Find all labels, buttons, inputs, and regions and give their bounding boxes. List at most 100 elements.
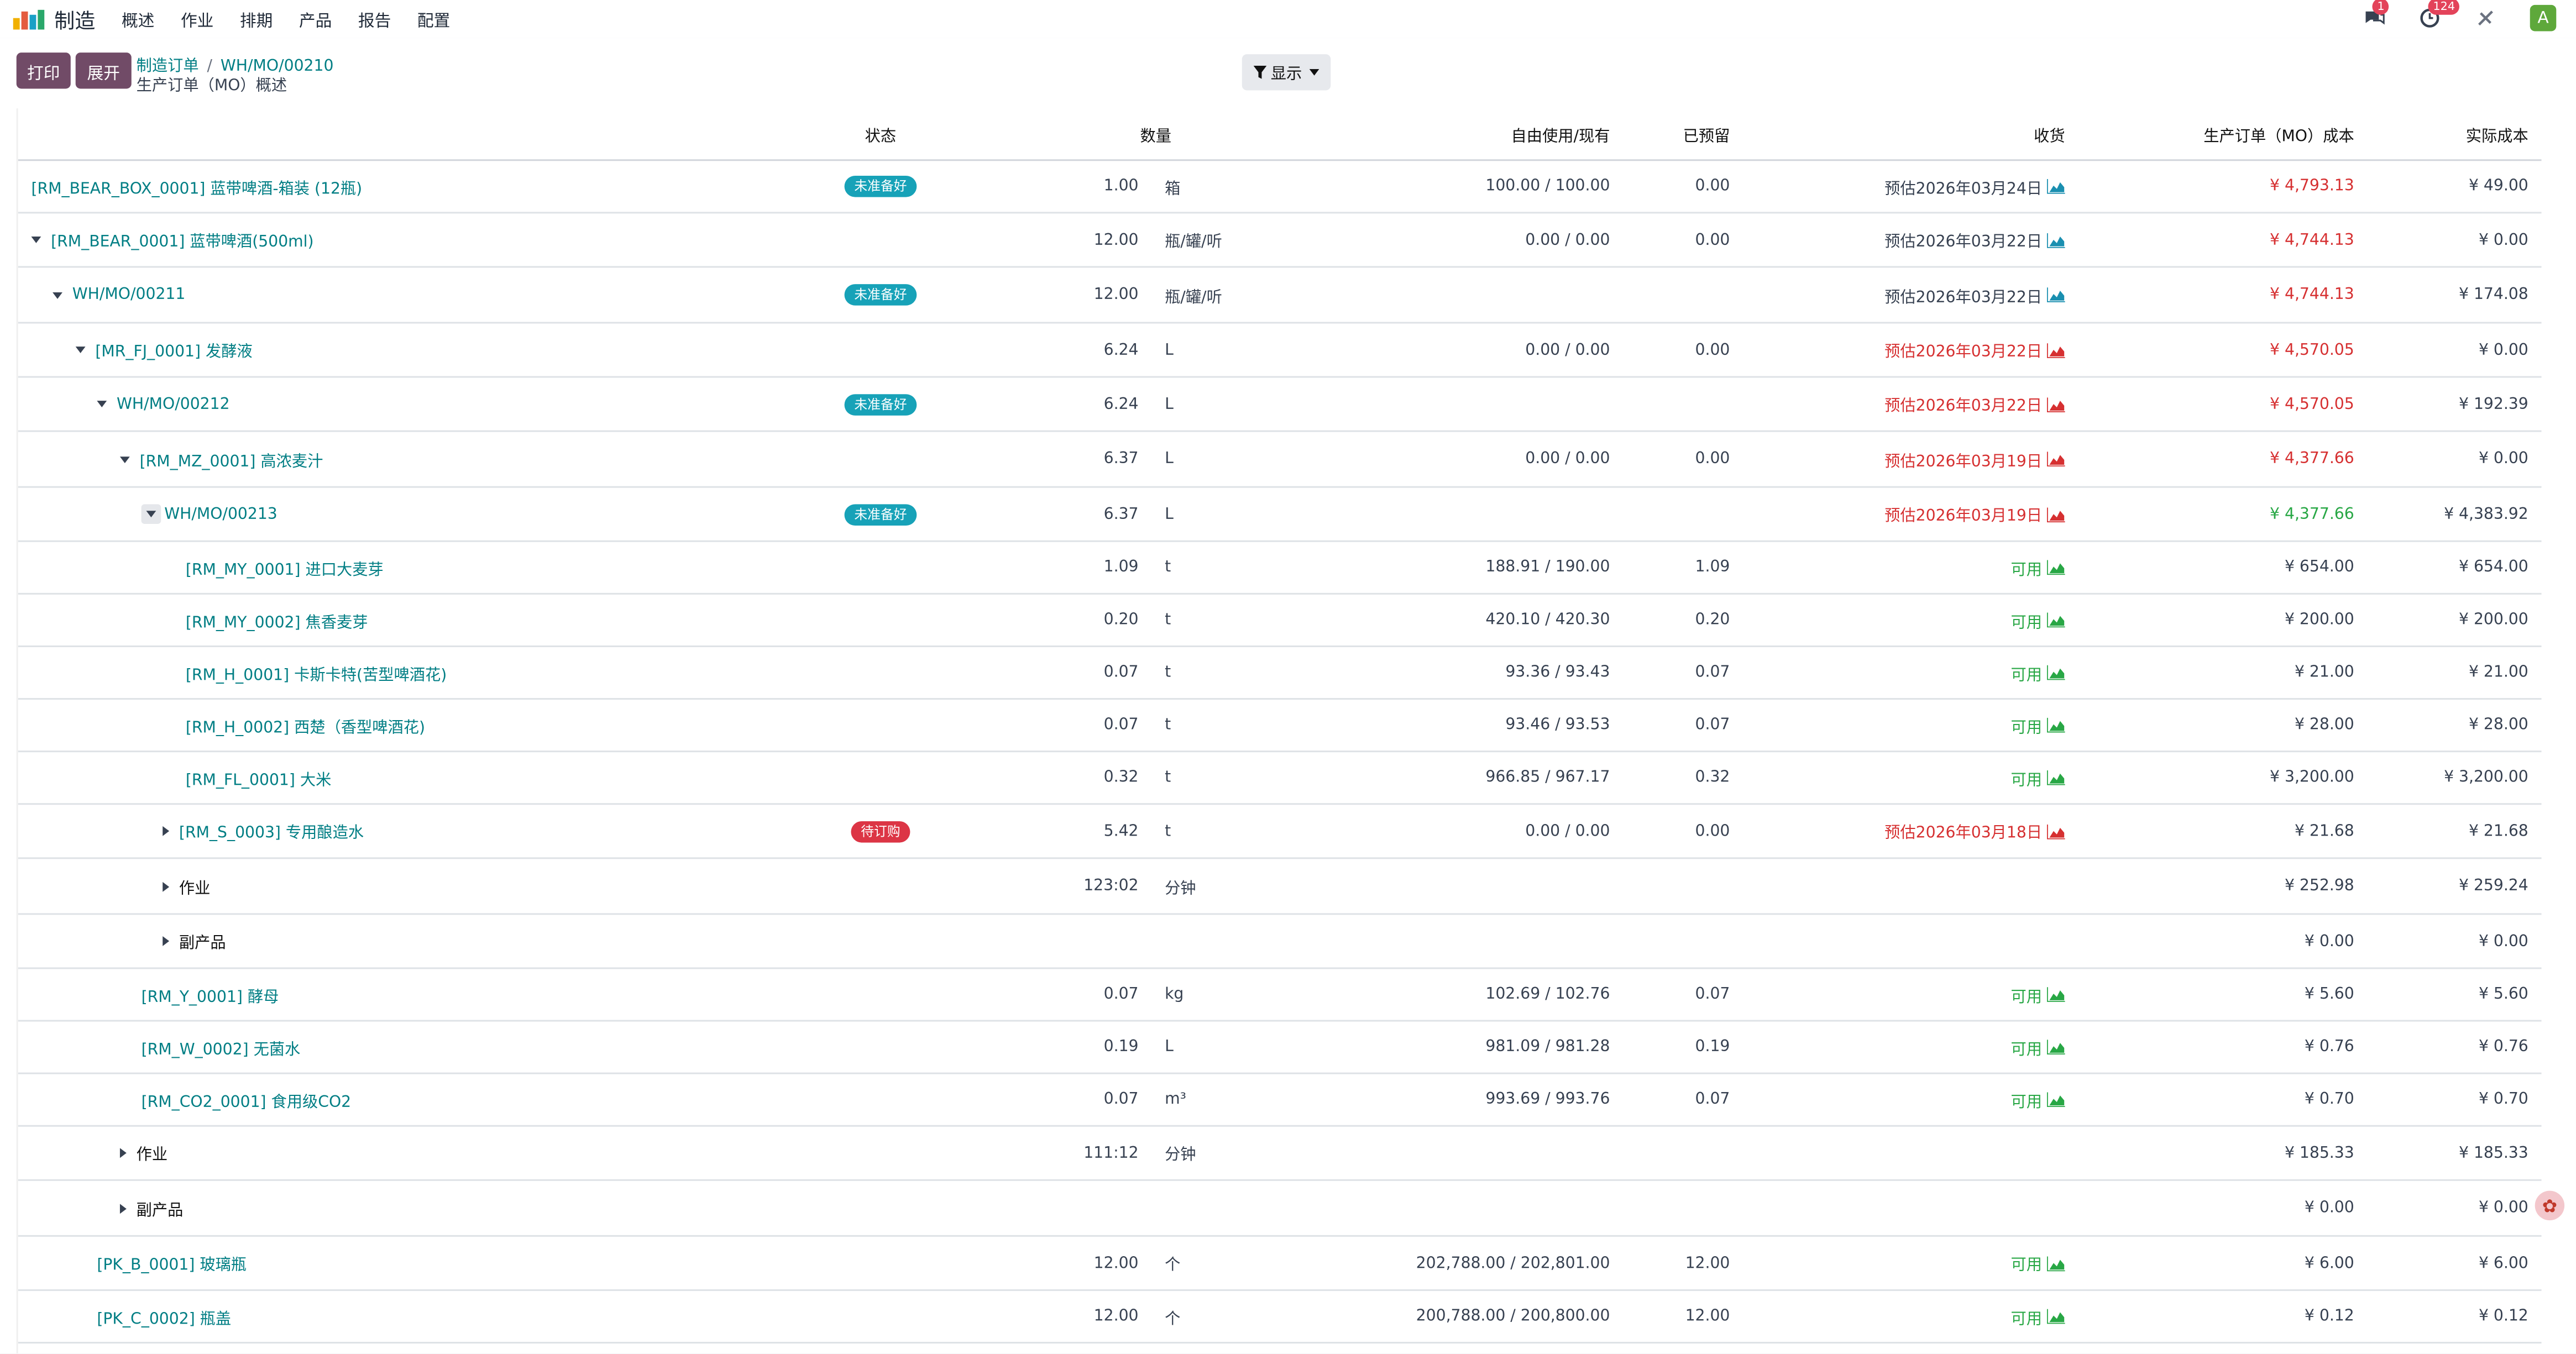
table-row: 作业 123:02 分钟 ¥ 252.98 ¥ 259.24 bbox=[18, 859, 2542, 915]
caret-down-icon[interactable] bbox=[97, 401, 107, 408]
app-name[interactable]: 制造 bbox=[54, 3, 95, 34]
receipt-cell: 可用 bbox=[1743, 647, 2065, 698]
forecast-area-chart-icon[interactable] bbox=[2046, 452, 2065, 467]
row-name-cell: [RM_Y_0001] 酵母 bbox=[142, 969, 279, 1020]
caret-down-icon[interactable] bbox=[53, 291, 62, 298]
forecast-area-chart-icon[interactable] bbox=[2046, 506, 2065, 522]
record-link[interactable]: [RM_BEAR_0001] 蓝带啤酒(500ml) bbox=[51, 228, 313, 251]
reserved-cell: 0.07 bbox=[1695, 1090, 1730, 1109]
forecast-area-chart-icon[interactable] bbox=[2046, 396, 2065, 412]
record-link[interactable]: [RM_MZ_0001] 高浓麦汁 bbox=[140, 448, 323, 471]
forecast-area-chart-icon[interactable] bbox=[2046, 823, 2065, 839]
receipt-text: 可用 bbox=[2010, 771, 2043, 789]
table-row: [RM_BEAR_0001] 蓝带啤酒(500ml) 12.00 瓶/罐/听 0.00… bbox=[18, 213, 2542, 268]
menu-configuration[interactable]: 配置 bbox=[417, 7, 450, 32]
receipt-text: 可用 bbox=[2010, 1040, 2043, 1059]
caret-right-icon[interactable] bbox=[163, 936, 170, 946]
reserved-cell: 12.00 bbox=[1628, 1343, 1730, 1353]
section-label[interactable]: 作业 bbox=[179, 875, 211, 898]
section-label[interactable]: 副产品 bbox=[179, 930, 226, 953]
forecast-area-chart-icon[interactable] bbox=[2046, 560, 2065, 575]
forecast-area-chart-icon[interactable] bbox=[2046, 717, 2065, 733]
free-onhand-cell: 208,788.00 / 208,800.00 bbox=[1365, 1343, 1610, 1353]
forecast-area-chart-icon[interactable] bbox=[2046, 1256, 2065, 1271]
forecast-area-chart-icon[interactable] bbox=[2046, 987, 2065, 1002]
menu-overview[interactable]: 概述 bbox=[122, 7, 154, 32]
record-link[interactable]: [RM_S_0003] 专用酿造水 bbox=[179, 820, 364, 843]
uom-cell bbox=[1165, 915, 1280, 967]
record-link[interactable]: [RM_MY_0001] 进口大麦芽 bbox=[186, 556, 384, 579]
table-row: [PK_C_0002] 瓶盖 12.00 个 200,788.00 / 200,800… bbox=[18, 1291, 2542, 1344]
record-link[interactable]: WH/MO/00212 bbox=[117, 395, 230, 413]
forecast-area-chart-icon[interactable] bbox=[2046, 179, 2065, 194]
forecast-area-chart-icon[interactable] bbox=[2046, 1040, 2065, 1054]
row-name-cell: 作业 bbox=[163, 859, 210, 913]
menu-operations[interactable]: 作业 bbox=[181, 7, 213, 32]
chat-count-badge: 1 bbox=[2372, 0, 2390, 15]
forecast-area-chart-icon[interactable] bbox=[2046, 1092, 2065, 1108]
record-link[interactable]: [MR_FJ_0001] 发酵液 bbox=[95, 338, 252, 361]
print-button[interactable]: 打印 bbox=[16, 53, 71, 89]
record-link[interactable]: [RM_MY_0002] 焦香麦芽 bbox=[186, 608, 368, 632]
reserved-cell bbox=[1628, 378, 1730, 431]
caret-down-icon[interactable] bbox=[119, 455, 130, 463]
record-link[interactable]: [RM_H_0002] 西楚（香型啤酒花) bbox=[186, 713, 425, 737]
quantity-cell: 1.00 bbox=[1103, 177, 1139, 196]
caret-right-icon[interactable] bbox=[163, 826, 170, 836]
forecast-area-chart-icon[interactable] bbox=[2046, 342, 2065, 358]
menu-reporting[interactable]: 报告 bbox=[358, 7, 391, 32]
receipt-cell: 可用 bbox=[1743, 752, 2065, 803]
mo-cost-cell: ¥ 4,793.13 bbox=[2270, 177, 2354, 196]
user-avatar[interactable]: A bbox=[2530, 4, 2557, 32]
caret-right-icon[interactable] bbox=[119, 1203, 127, 1213]
caret-down-icon[interactable] bbox=[141, 504, 161, 524]
section-label[interactable]: 副产品 bbox=[137, 1196, 184, 1220]
display-dropdown-button[interactable]: 显示 bbox=[1242, 54, 1331, 91]
accessibility-icon[interactable]: ✿ bbox=[2535, 1190, 2565, 1221]
record-link[interactable]: [RM_W_0002] 无菌水 bbox=[142, 1036, 301, 1059]
record-link[interactable]: [RM_CO2_0001] 食用级CO2 bbox=[142, 1088, 352, 1111]
expand-button[interactable]: 展开 bbox=[75, 53, 132, 89]
record-link[interactable]: [PK_C_0002] 瓶盖 bbox=[97, 1305, 231, 1328]
quantity-cell: 123:02 bbox=[1083, 877, 1139, 895]
reserved-cell: 12.00 bbox=[1685, 1254, 1730, 1272]
free-onhand-cell bbox=[1365, 488, 1610, 540]
free-onhand-cell: 966.85 / 967.17 bbox=[1485, 768, 1610, 787]
quantity-cell: 12.00 bbox=[1093, 1307, 1139, 1326]
record-link[interactable]: WH/MO/00211 bbox=[72, 286, 186, 304]
forecast-area-chart-icon[interactable] bbox=[2046, 612, 2065, 628]
caret-down-icon[interactable] bbox=[31, 236, 41, 243]
receipt-text: 预估2026年03月22日 bbox=[1884, 288, 2043, 307]
forecast-area-chart-icon[interactable] bbox=[2046, 770, 2065, 785]
header-real-cost: 实际成本 bbox=[2465, 127, 2528, 146]
forecast-area-chart-icon[interactable] bbox=[2046, 665, 2065, 680]
app-logo[interactable]: 制造 bbox=[13, 3, 122, 34]
row-name-cell: [RM_H_0002] 西楚（香型啤酒花) bbox=[186, 700, 425, 751]
record-link[interactable]: [PK_B_0001] 玻璃瓶 bbox=[97, 1252, 247, 1275]
forecast-area-chart-icon[interactable] bbox=[2046, 1309, 2065, 1324]
caret-right-icon[interactable] bbox=[119, 1148, 127, 1158]
table-row: 作业 111:12 分钟 ¥ 185.33 ¥ 185.33 bbox=[18, 1127, 2542, 1181]
uom-cell bbox=[1165, 1181, 1280, 1235]
record-link[interactable]: [RM_H_0001] 卡斯卡特(苦型啤酒花) bbox=[186, 661, 447, 684]
top-navbar: 制造 概述 作业 排期 产品 报告 配置 1 124 A bbox=[0, 0, 2576, 40]
record-link[interactable]: [RM_FL_0001] 大米 bbox=[186, 766, 332, 789]
forecast-area-chart-icon[interactable] bbox=[2046, 287, 2065, 302]
menu-planning[interactable]: 排期 bbox=[240, 7, 273, 32]
activity-clock-icon[interactable]: 124 bbox=[2418, 0, 2460, 30]
row-name-cell: [MR_FJ_0001] 发酵液 bbox=[75, 323, 253, 376]
section-label[interactable]: 作业 bbox=[137, 1141, 168, 1164]
caret-right-icon[interactable] bbox=[163, 881, 170, 891]
forecast-area-chart-icon[interactable] bbox=[2046, 232, 2065, 248]
record-link[interactable]: [RM_BEAR_BOX_0001] 蓝带啤酒-箱装 (12瓶) bbox=[31, 175, 362, 198]
row-name-cell: [RM_H_0001] 卡斯卡特(苦型啤酒花) bbox=[186, 647, 447, 698]
receipt-text: 预估2026年03月22日 bbox=[1884, 397, 2043, 416]
debug-tools-icon[interactable] bbox=[2474, 7, 2498, 30]
record-link[interactable]: WH/MO/00213 bbox=[164, 505, 278, 523]
real-cost-cell: ¥ 654.00 bbox=[2459, 558, 2528, 577]
caret-down-icon[interactable] bbox=[75, 347, 86, 353]
record-link[interactable]: [RM_Y_0001] 酵母 bbox=[142, 983, 279, 1006]
chat-icon[interactable]: 1 bbox=[2363, 0, 2390, 30]
menu-products[interactable]: 产品 bbox=[299, 7, 332, 32]
free-onhand-cell: 200,788.00 / 200,800.00 bbox=[1416, 1307, 1610, 1326]
